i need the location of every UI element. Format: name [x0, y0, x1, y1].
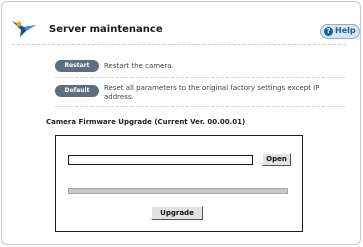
open-button[interactable]: Open	[262, 153, 291, 166]
default-button[interactable]: Default	[55, 85, 99, 97]
header-divider	[12, 44, 346, 45]
firmware-upgrade-box: Open Upgrade	[55, 135, 303, 232]
firmware-section-title: Camera Firmware Upgrade (Current Ver. 00…	[46, 118, 246, 126]
default-description: Reset all parameters to the original fac…	[104, 84, 320, 101]
help-button[interactable]: ? Help	[320, 24, 360, 39]
help-label: Help	[335, 26, 356, 35]
restart-button[interactable]: Restart	[55, 60, 99, 72]
row-divider	[55, 106, 345, 107]
help-icon: ?	[324, 27, 333, 36]
upgrade-button[interactable]: Upgrade	[151, 206, 203, 220]
row-divider	[55, 77, 345, 78]
upgrade-progress-bar	[68, 188, 288, 194]
panel-header: Server maintenance ? Help	[6, 14, 360, 40]
page-title: Server maintenance	[49, 24, 163, 35]
firmware-file-input[interactable]	[68, 155, 253, 165]
arrow-logo-icon	[12, 21, 36, 37]
restart-description: Restart the camera.	[104, 62, 174, 70]
